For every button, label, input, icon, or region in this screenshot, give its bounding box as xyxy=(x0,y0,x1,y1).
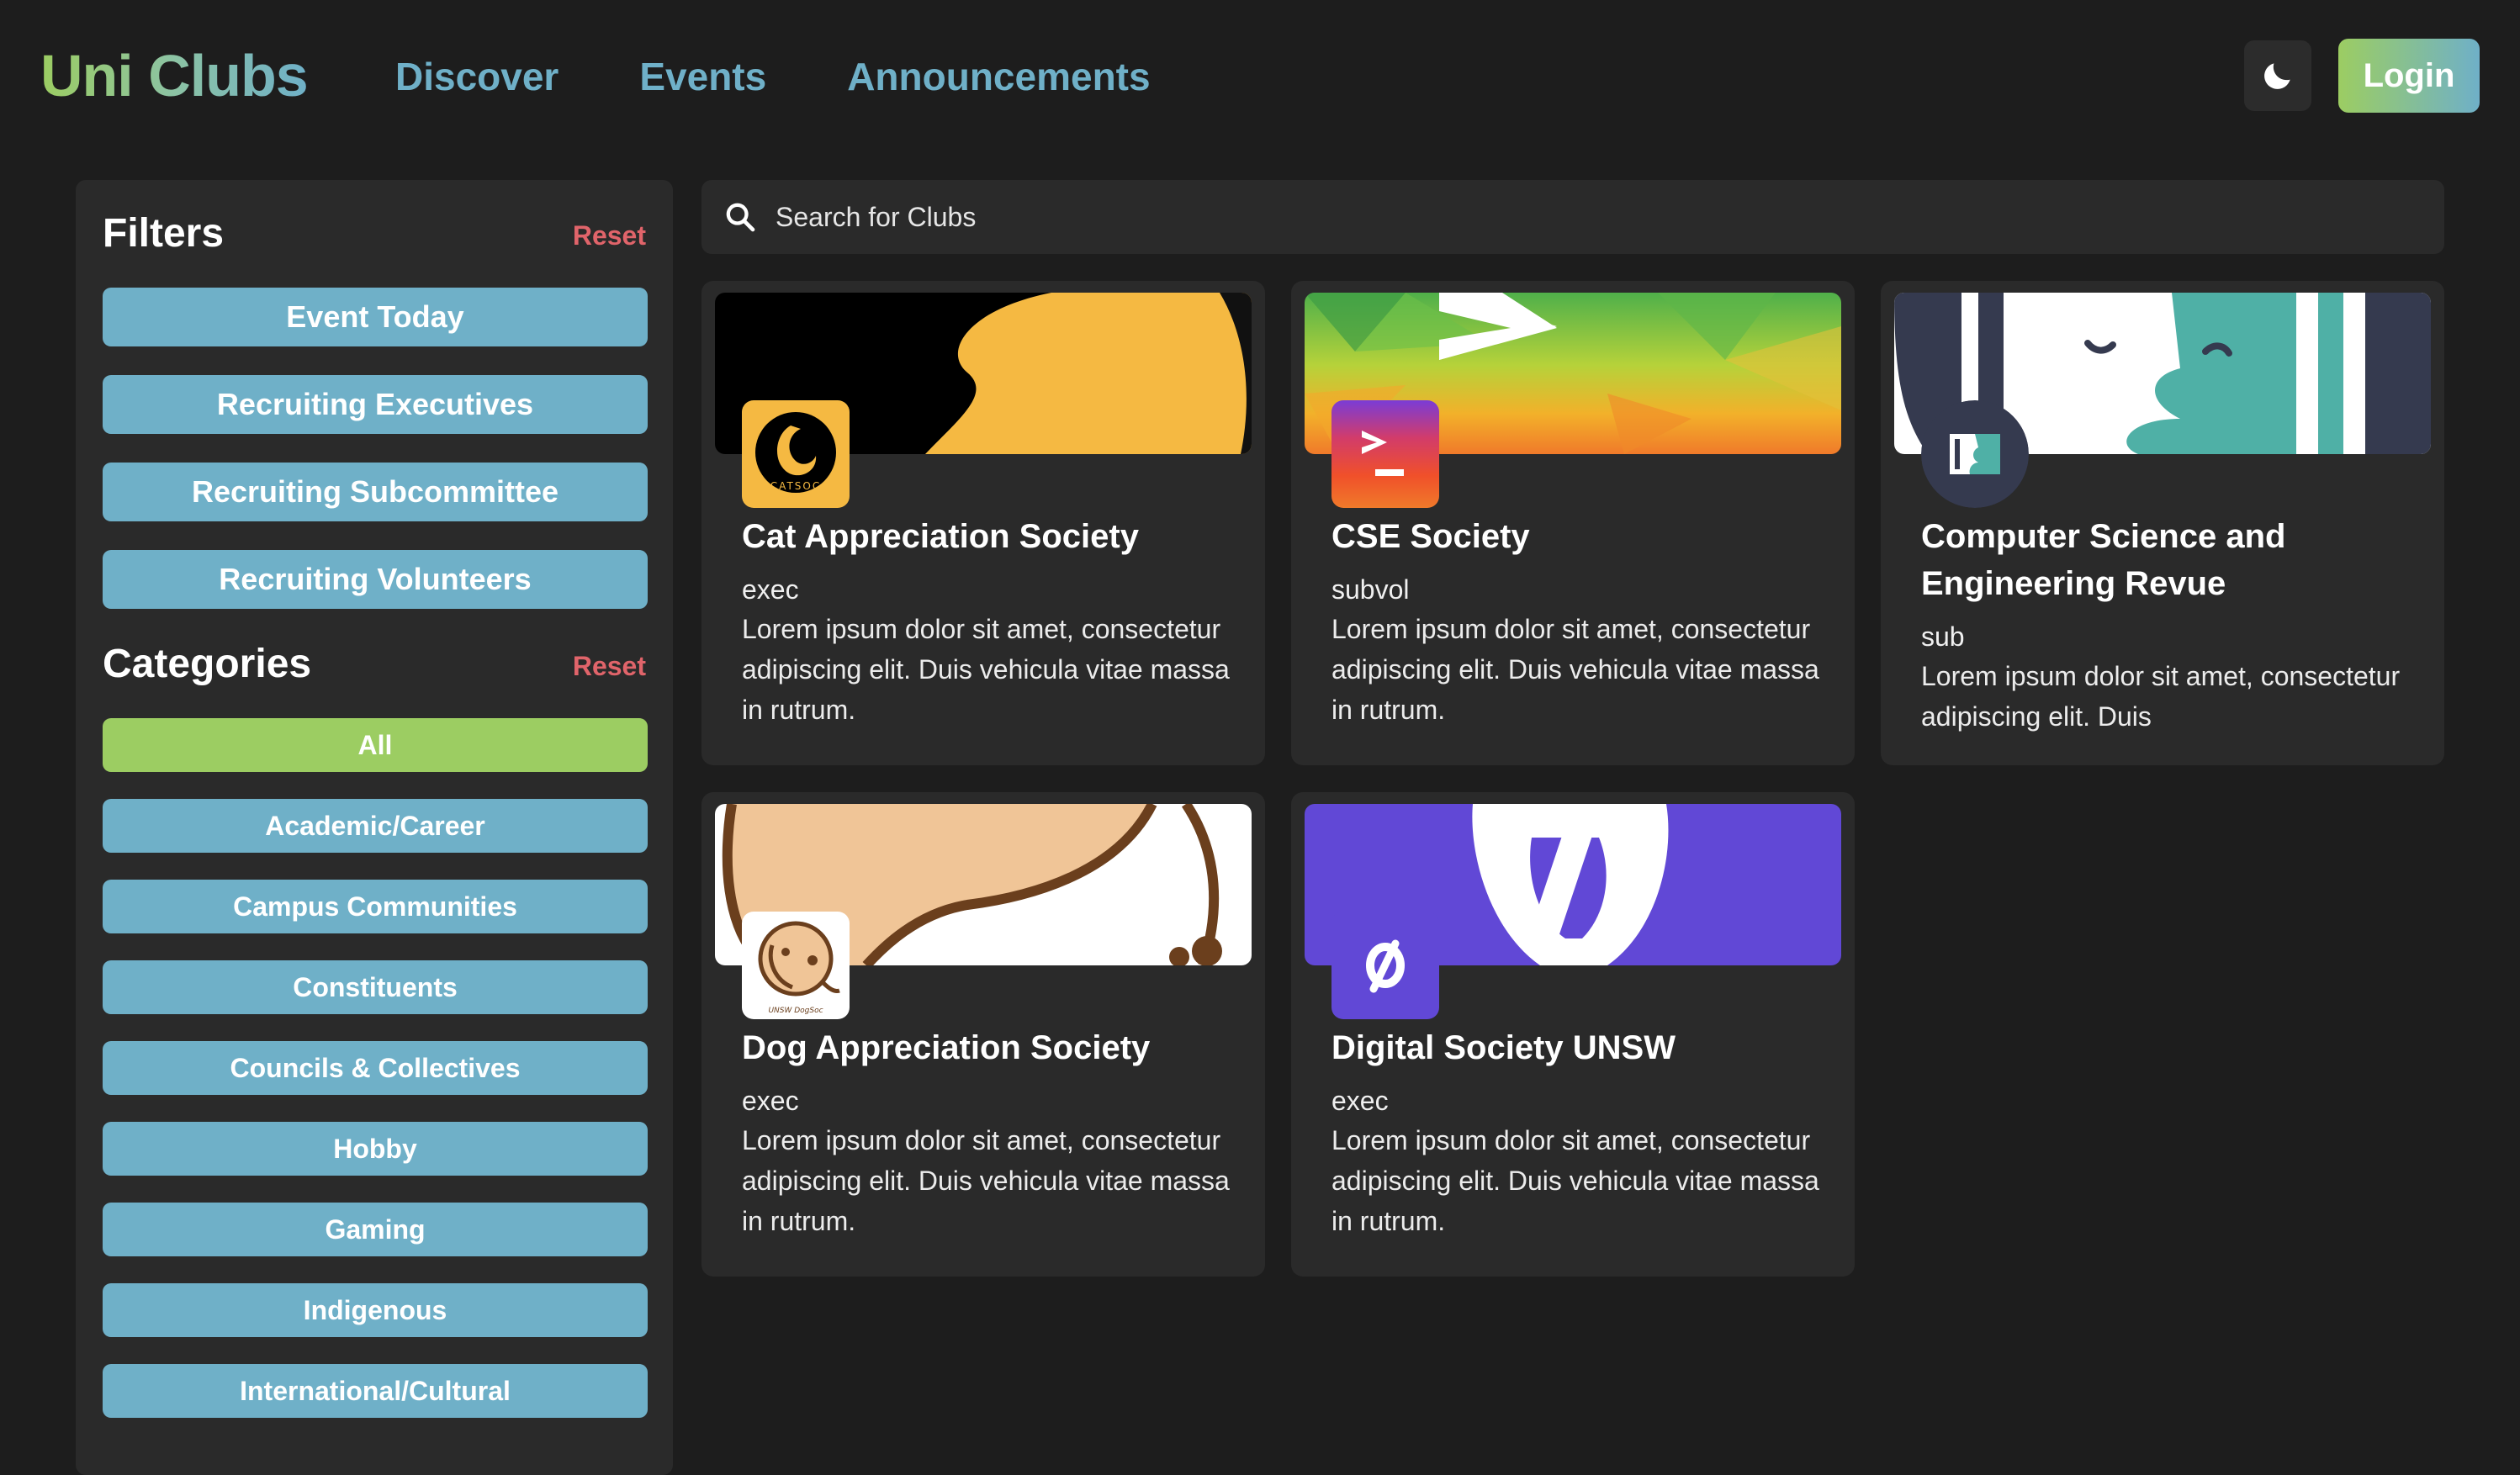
club-name: CSE Society xyxy=(1331,518,1530,555)
category-all[interactable]: All xyxy=(103,718,648,772)
club-meta: subvol Lorem ipsum dolor sit amet, conse… xyxy=(1331,565,1836,730)
category-hobby[interactable]: Hobby xyxy=(103,1122,648,1176)
club-role: exec xyxy=(742,1086,799,1116)
club-card[interactable]: Computer Science and Engineering Revue s… xyxy=(1881,281,2444,765)
category-constituents[interactable]: Constituents xyxy=(103,960,648,1014)
club-role: exec xyxy=(1331,1086,1389,1116)
club-name: Digital Society UNSW xyxy=(1331,1029,1676,1066)
main-nav: Discover Events Announcements xyxy=(395,47,1231,106)
category-councils-collectives[interactable]: Councils & Collectives xyxy=(103,1041,648,1095)
filters-title: Filters xyxy=(103,211,225,256)
club-name: Dog Appreciation Society xyxy=(742,1029,1151,1066)
club-logo: UNSW DogSoc xyxy=(742,912,850,1019)
club-name: Cat Appreciation Society xyxy=(742,518,1139,555)
filter-event-today[interactable]: Event Today xyxy=(103,288,648,346)
search-bar xyxy=(701,180,2444,254)
filter-recruiting-executives[interactable]: Recruiting Executives xyxy=(103,375,648,434)
club-meta: exec Lorem ipsum dolor sit amet, consect… xyxy=(742,1076,1247,1241)
club-description: Lorem ipsum dolor sit amet, consectetur … xyxy=(1331,614,1819,725)
top-nav-bar: Uni Clubs Discover Events Announcements … xyxy=(0,0,2520,151)
category-gaming[interactable]: Gaming xyxy=(103,1203,648,1256)
filter-list: Event Today Recruiting Executives Recrui… xyxy=(103,288,648,637)
club-card[interactable]: UNSW DogSoc Dog Appreciation Society exe… xyxy=(701,792,1265,1277)
category-campus-communities[interactable]: Campus Communities xyxy=(103,880,648,933)
club-meta: exec Lorem ipsum dolor sit amet, consect… xyxy=(742,565,1247,730)
club-logo-text: CATSOC xyxy=(770,480,821,492)
categories-reset-link[interactable]: Reset xyxy=(573,651,646,682)
club-meta: sub Lorem ipsum dolor sit amet, consecte… xyxy=(1921,612,2426,737)
filter-sidebar: Filters Reset Event Today Recruiting Exe… xyxy=(76,180,673,1475)
categories-title: Categories xyxy=(103,642,312,686)
club-logo xyxy=(1331,400,1439,508)
club-logo-subtext: UNSW xyxy=(788,495,804,501)
club-description: Lorem ipsum dolor sit amet, consectetur … xyxy=(1331,1125,1819,1236)
login-button[interactable]: Login xyxy=(2338,39,2480,113)
club-logo-text: UNSW DogSoc xyxy=(768,1007,823,1015)
nav-announcements[interactable]: Announcements xyxy=(847,54,1150,99)
club-card[interactable]: Digital Society UNSW exec Lorem ipsum do… xyxy=(1291,792,1855,1277)
category-indigenous[interactable]: Indigenous xyxy=(103,1283,648,1337)
club-card[interactable]: CATSOC UNSW Cat Appreciation Society exe… xyxy=(701,281,1265,765)
nav-discover[interactable]: Discover xyxy=(395,54,559,99)
club-logo: CATSOC UNSW xyxy=(742,400,850,508)
search-icon xyxy=(726,203,755,232)
brand-logo[interactable]: Uni Clubs xyxy=(40,37,309,114)
filter-recruiting-subcommittee[interactable]: Recruiting Subcommittee xyxy=(103,463,648,521)
theme-toggle-button[interactable] xyxy=(2244,40,2311,111)
club-role: sub xyxy=(1921,621,1965,652)
club-meta: exec Lorem ipsum dolor sit amet, consect… xyxy=(1331,1076,1836,1241)
filter-recruiting-volunteers[interactable]: Recruiting Volunteers xyxy=(103,550,648,609)
filters-reset-link[interactable]: Reset xyxy=(573,220,646,251)
category-list: All Academic/Career Campus Communities C… xyxy=(103,718,648,1445)
club-name: Computer Science and Engineering Revue xyxy=(1921,518,2286,602)
club-logo xyxy=(1921,400,2029,508)
club-description: Lorem ipsum dolor sit amet, consectetur … xyxy=(742,614,1230,725)
club-description: Lorem ipsum dolor sit amet, consectetur … xyxy=(1921,661,2401,732)
nav-events[interactable]: Events xyxy=(639,54,766,99)
club-description: Lorem ipsum dolor sit amet, consectetur … xyxy=(742,1125,1230,1236)
club-role: subvol xyxy=(1331,574,1410,605)
club-logo xyxy=(1331,912,1439,1019)
category-international-cultural[interactable]: International/Cultural xyxy=(103,1364,648,1418)
club-role: exec xyxy=(742,574,799,605)
moon-icon xyxy=(2264,63,2290,89)
search-input[interactable] xyxy=(774,192,2444,242)
category-academic-career[interactable]: Academic/Career xyxy=(103,799,648,853)
club-card[interactable]: CSE Society subvol Lorem ipsum dolor sit… xyxy=(1291,281,1855,765)
